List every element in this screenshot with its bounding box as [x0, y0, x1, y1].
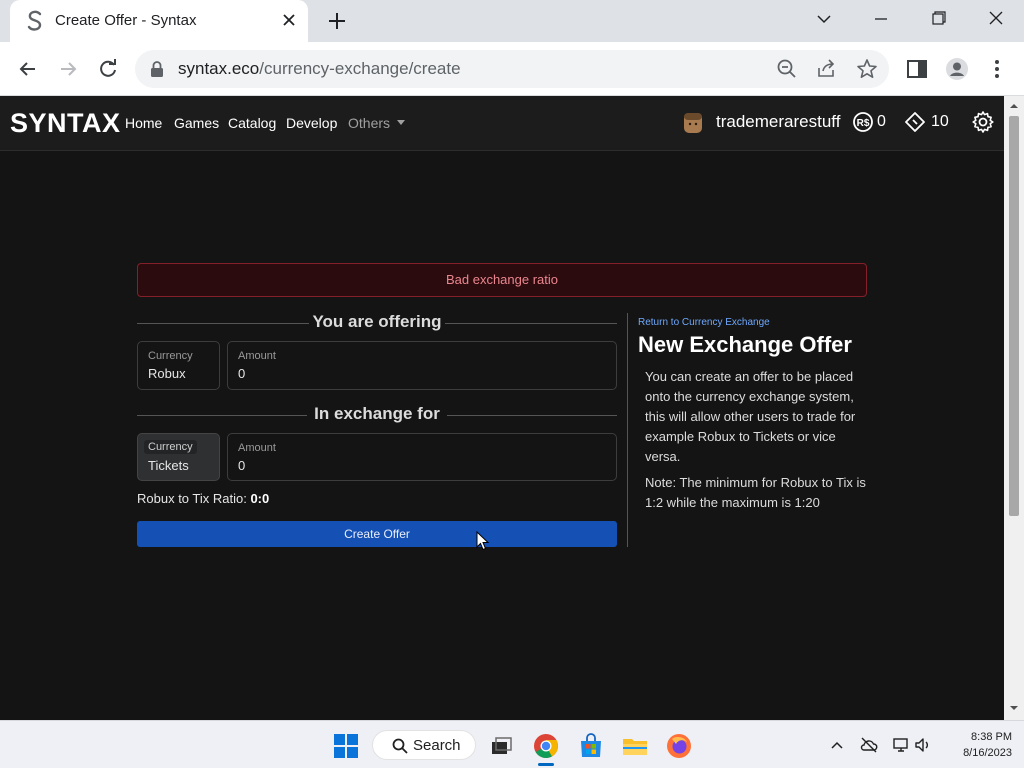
chrome-icon[interactable]: [533, 733, 559, 759]
tickets-icon: [905, 112, 925, 132]
return-link[interactable]: Return to Currency Exchange: [638, 317, 770, 328]
gear-icon[interactable]: [971, 110, 995, 134]
exchange-amount-input[interactable]: Amount 0: [227, 433, 617, 481]
address-bar[interactable]: syntax.eco/currency-exchange/create: [135, 50, 889, 88]
description-text: You can create an offer to be placed ont…: [645, 369, 856, 464]
browser-toolbar: syntax.eco/currency-exchange/create: [0, 42, 1024, 96]
currency-label: Currency: [144, 440, 197, 454]
ratio-display: Robux to Tix Ratio: 0:0: [137, 491, 269, 506]
tickets-balance: 10: [931, 113, 949, 130]
system-clock[interactable]: 8:38 PM 8/16/2023: [940, 729, 1012, 761]
page-title: New Exchange Offer: [638, 332, 852, 357]
forward-arrow-icon[interactable]: [55, 56, 81, 82]
create-offer-button[interactable]: Create Offer: [137, 521, 617, 547]
task-view-icon[interactable]: [488, 733, 514, 759]
zoom-out-icon[interactable]: [776, 58, 798, 80]
offering-currency-select[interactable]: Currency Robux: [137, 341, 220, 390]
chevron-up-icon[interactable]: [828, 736, 846, 754]
browser-tab[interactable]: Create Offer - Syntax: [10, 0, 308, 42]
firefox-icon[interactable]: [666, 733, 692, 759]
close-tab-icon[interactable]: [280, 11, 298, 29]
new-tab-icon[interactable]: [326, 10, 348, 32]
tab-search-chevron-icon[interactable]: [810, 8, 838, 30]
note-text: Note: The minimum for Robux to Tix is 1:…: [645, 475, 866, 510]
vertical-divider: [627, 313, 628, 547]
volume-icon[interactable]: [914, 736, 932, 754]
robux-icon: R$: [853, 112, 873, 132]
taskbar-search[interactable]: Search: [372, 730, 476, 760]
network-icon[interactable]: [892, 736, 910, 754]
offering-amount-input[interactable]: Amount 0: [227, 341, 617, 390]
windows-taskbar: Search 8:38 PM 8/16/2023: [0, 720, 1024, 768]
exchange-heading: In exchange for: [137, 404, 617, 424]
search-icon: [392, 738, 408, 754]
exchange-currency-select[interactable]: Currency Tickets: [137, 433, 220, 481]
offering-heading: You are offering: [137, 312, 617, 332]
minimize-icon[interactable]: [867, 8, 895, 30]
amount-label: Amount: [238, 350, 276, 362]
lock-icon[interactable]: [149, 60, 165, 78]
restore-icon[interactable]: [924, 8, 952, 30]
side-panel-icon[interactable]: [905, 57, 929, 81]
close-window-icon[interactable]: [982, 8, 1010, 30]
onedrive-sync-icon[interactable]: [860, 736, 878, 754]
clock-time: 8:38 PM: [971, 731, 1012, 743]
tab-title: Create Offer - Syntax: [55, 12, 197, 29]
share-icon[interactable]: [816, 58, 838, 80]
ratio-label: Robux to Tix Ratio:: [137, 491, 247, 506]
currency-label: Currency: [148, 350, 193, 362]
browser-tab-strip: Create Offer - Syntax: [0, 0, 1024, 42]
divider: [447, 415, 617, 416]
search-label: Search: [413, 737, 461, 754]
error-alert: Bad exchange ratio: [137, 263, 867, 297]
currency-value: Tickets: [148, 458, 189, 473]
nav-link-develop[interactable]: Develop: [286, 115, 337, 131]
active-app-indicator: [538, 763, 554, 766]
svg-text:R$: R$: [857, 118, 870, 129]
windows-start-icon[interactable]: [333, 733, 359, 759]
scroll-down-icon[interactable]: [1009, 703, 1019, 713]
amount-label: Amount: [238, 442, 276, 454]
site-navbar: SYNTAX Home Games Catalog Develop Others…: [0, 96, 1004, 151]
nav-link-catalog[interactable]: Catalog: [228, 115, 276, 131]
ratio-value: 0:0: [250, 491, 270, 506]
robux-balance: 0: [877, 113, 886, 130]
reload-icon[interactable]: [95, 56, 121, 82]
caret-down-icon: [397, 119, 406, 125]
amount-value: 0: [238, 366, 246, 381]
mouse-cursor-icon: [476, 531, 490, 551]
offering-title: You are offering: [312, 312, 442, 331]
page-scrollbar[interactable]: [1004, 96, 1024, 720]
exchange-title: In exchange for: [314, 404, 440, 423]
amount-value: 0: [238, 458, 246, 473]
brand-logo[interactable]: SYNTAX: [10, 108, 121, 139]
file-explorer-icon[interactable]: [622, 733, 648, 759]
scroll-up-icon[interactable]: [1009, 101, 1019, 111]
profile-icon[interactable]: [945, 57, 969, 81]
page-viewport: SYNTAX Home Games Catalog Develop Others…: [0, 96, 1004, 720]
clock-date: 8/16/2023: [963, 747, 1012, 759]
others-label: Others: [348, 115, 391, 131]
nav-link-home[interactable]: Home: [125, 115, 162, 131]
microsoft-store-icon[interactable]: [578, 733, 604, 759]
scroll-thumb[interactable]: [1009, 116, 1019, 516]
url-text: syntax.eco/currency-exchange/create: [178, 59, 461, 78]
divider: [445, 323, 617, 324]
more-menu-icon[interactable]: [985, 57, 1009, 81]
back-arrow-icon[interactable]: [15, 56, 41, 82]
avatar[interactable]: [682, 111, 704, 135]
syntax-logo-icon: [27, 10, 42, 31]
username[interactable]: trademerarestuff: [716, 112, 840, 132]
nav-dropdown-others[interactable]: Others: [348, 115, 406, 131]
currency-value: Robux: [148, 366, 186, 381]
bookmark-star-icon[interactable]: [856, 58, 878, 80]
nav-link-games[interactable]: Games: [174, 115, 219, 131]
